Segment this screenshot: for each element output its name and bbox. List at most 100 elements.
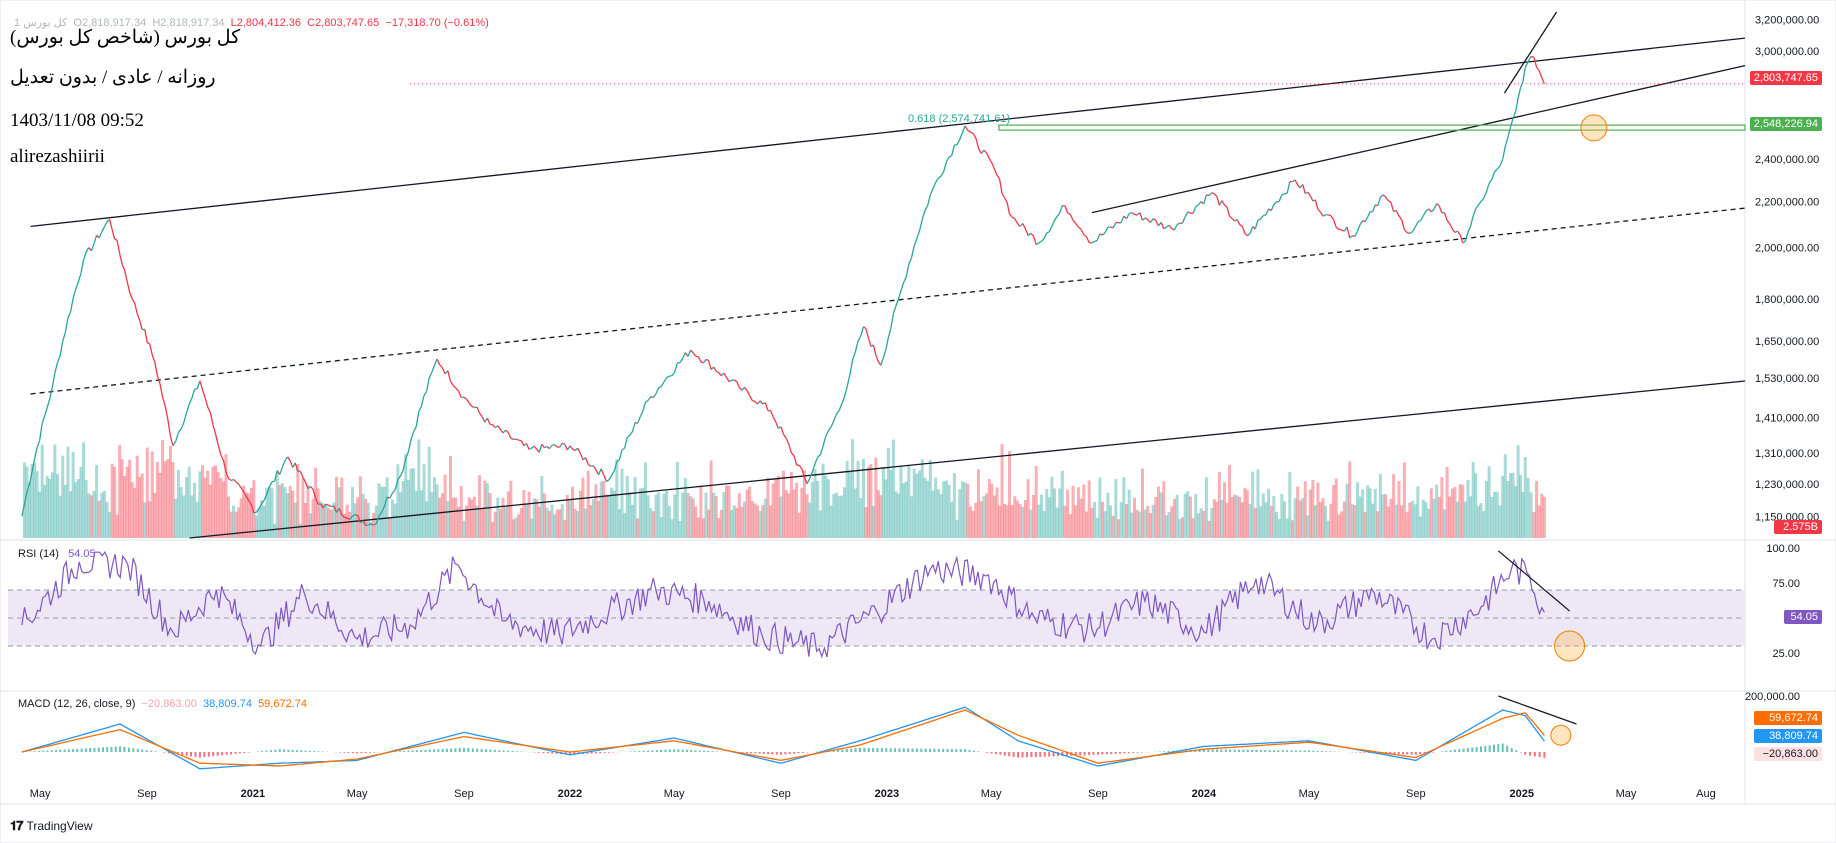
volume-bar — [1154, 496, 1158, 538]
price-segment — [214, 433, 219, 446]
price-segment — [1338, 228, 1342, 231]
volume-bar — [340, 477, 344, 538]
price-segment — [399, 469, 404, 477]
chart-canvas[interactable]: 100.00 75.00 25.00 200,000.00 3,200,000.00… — [0, 0, 1836, 843]
macd-divergence-line — [1498, 695, 1577, 725]
price-segment — [1507, 126, 1512, 138]
volume-bar — [385, 477, 389, 538]
price-segment — [1382, 194, 1386, 198]
price-segment — [707, 360, 712, 370]
price-segment — [608, 474, 613, 481]
macd-hist-bar — [590, 752, 593, 754]
price-segment — [59, 341, 64, 357]
volume-bar — [66, 446, 70, 538]
macd-hist-bar — [858, 747, 861, 752]
volume-bar — [1194, 494, 1198, 538]
macd-hist-bar — [181, 752, 184, 756]
macd-hist-bar — [1127, 752, 1130, 754]
volume-bar — [1402, 462, 1406, 538]
volume-bar — [910, 496, 914, 538]
price-segment — [1216, 196, 1220, 206]
price-segment — [209, 412, 214, 425]
volume-bar — [1532, 511, 1536, 538]
price-segment — [1387, 200, 1392, 203]
volume-bar — [1202, 510, 1206, 538]
volume-bar — [665, 490, 669, 538]
price-segment — [228, 478, 232, 482]
price-segment — [660, 381, 665, 387]
macd-tick-label: 200,000.00 — [1745, 691, 1800, 703]
price-segment — [1319, 211, 1324, 217]
price-segment — [69, 298, 74, 313]
volume-bar — [498, 508, 502, 538]
volume-bar — [153, 493, 157, 538]
price-segment — [1134, 213, 1138, 216]
price-segment — [977, 147, 982, 154]
price-segment — [1438, 205, 1443, 214]
volume-bar — [724, 485, 728, 538]
volume-bar — [717, 517, 721, 538]
volume-bar — [651, 511, 655, 538]
volume-bar — [483, 480, 487, 538]
price-segment — [533, 445, 538, 450]
volume-bar — [501, 498, 505, 538]
volume-bar — [1032, 495, 1036, 538]
price-segment — [505, 429, 509, 434]
target-circle — [1580, 114, 1608, 142]
macd-hist-bar — [784, 752, 787, 755]
volume-bar — [1063, 505, 1067, 538]
price-segment — [561, 442, 566, 445]
macd-hist-bar — [296, 750, 299, 752]
price-segment — [564, 444, 568, 451]
macd-hist-bar — [110, 746, 113, 752]
volume-bar — [797, 512, 801, 538]
volume-bar — [425, 501, 429, 538]
volume-bar — [683, 477, 687, 538]
macd-hist-bar — [80, 748, 83, 752]
price-segment — [687, 349, 692, 357]
price-segment — [772, 416, 777, 423]
volume-bar — [409, 468, 413, 538]
macd-hist-bar — [1008, 752, 1011, 757]
macd-hist-bar — [274, 749, 277, 752]
price-tick-label: 3,000,000.00 — [1755, 46, 1819, 58]
price-segment — [674, 362, 678, 373]
volume-bar — [1484, 480, 1488, 538]
price-segment — [281, 460, 286, 468]
volume-bar — [1435, 484, 1439, 538]
chart-title: (کل بورس (شاخص کل بورس — [10, 27, 241, 48]
macd-hist-bar — [668, 749, 671, 752]
macd-hist-bar — [225, 752, 228, 755]
macd-hist-bar — [885, 748, 888, 752]
price-segment — [658, 385, 662, 389]
price-segment — [1322, 214, 1326, 217]
watermark-text: TradingView — [26, 819, 93, 833]
price-segment — [217, 444, 222, 455]
volume-bar — [105, 501, 109, 538]
macd-hist-bar — [690, 750, 693, 752]
price-segment — [1099, 233, 1103, 236]
volume-bar — [602, 480, 606, 538]
macd-hist-bar — [194, 752, 197, 757]
volume-bar — [971, 510, 975, 538]
price-segment — [572, 448, 576, 452]
volume-bar — [1023, 500, 1027, 538]
macd-hist-bar — [1277, 750, 1280, 752]
volume-bar — [283, 487, 287, 538]
price-segment — [817, 454, 821, 458]
volume-bar — [1511, 472, 1515, 538]
volume-bar — [985, 493, 989, 538]
volume-bar — [761, 505, 765, 538]
macd-hist-bar — [1529, 752, 1532, 756]
price-segment — [872, 344, 877, 356]
macd-hist-bar — [269, 750, 272, 752]
volume-bar — [1251, 471, 1255, 538]
macd-hist-bar — [1440, 751, 1443, 752]
volume-bar — [1469, 496, 1473, 538]
volume-bar — [388, 518, 392, 538]
price-segment — [1456, 230, 1461, 236]
volume-bar — [1471, 461, 1475, 538]
volume-bar — [816, 481, 820, 538]
price-segment — [1430, 208, 1435, 213]
macd-hist-bar — [972, 750, 975, 752]
